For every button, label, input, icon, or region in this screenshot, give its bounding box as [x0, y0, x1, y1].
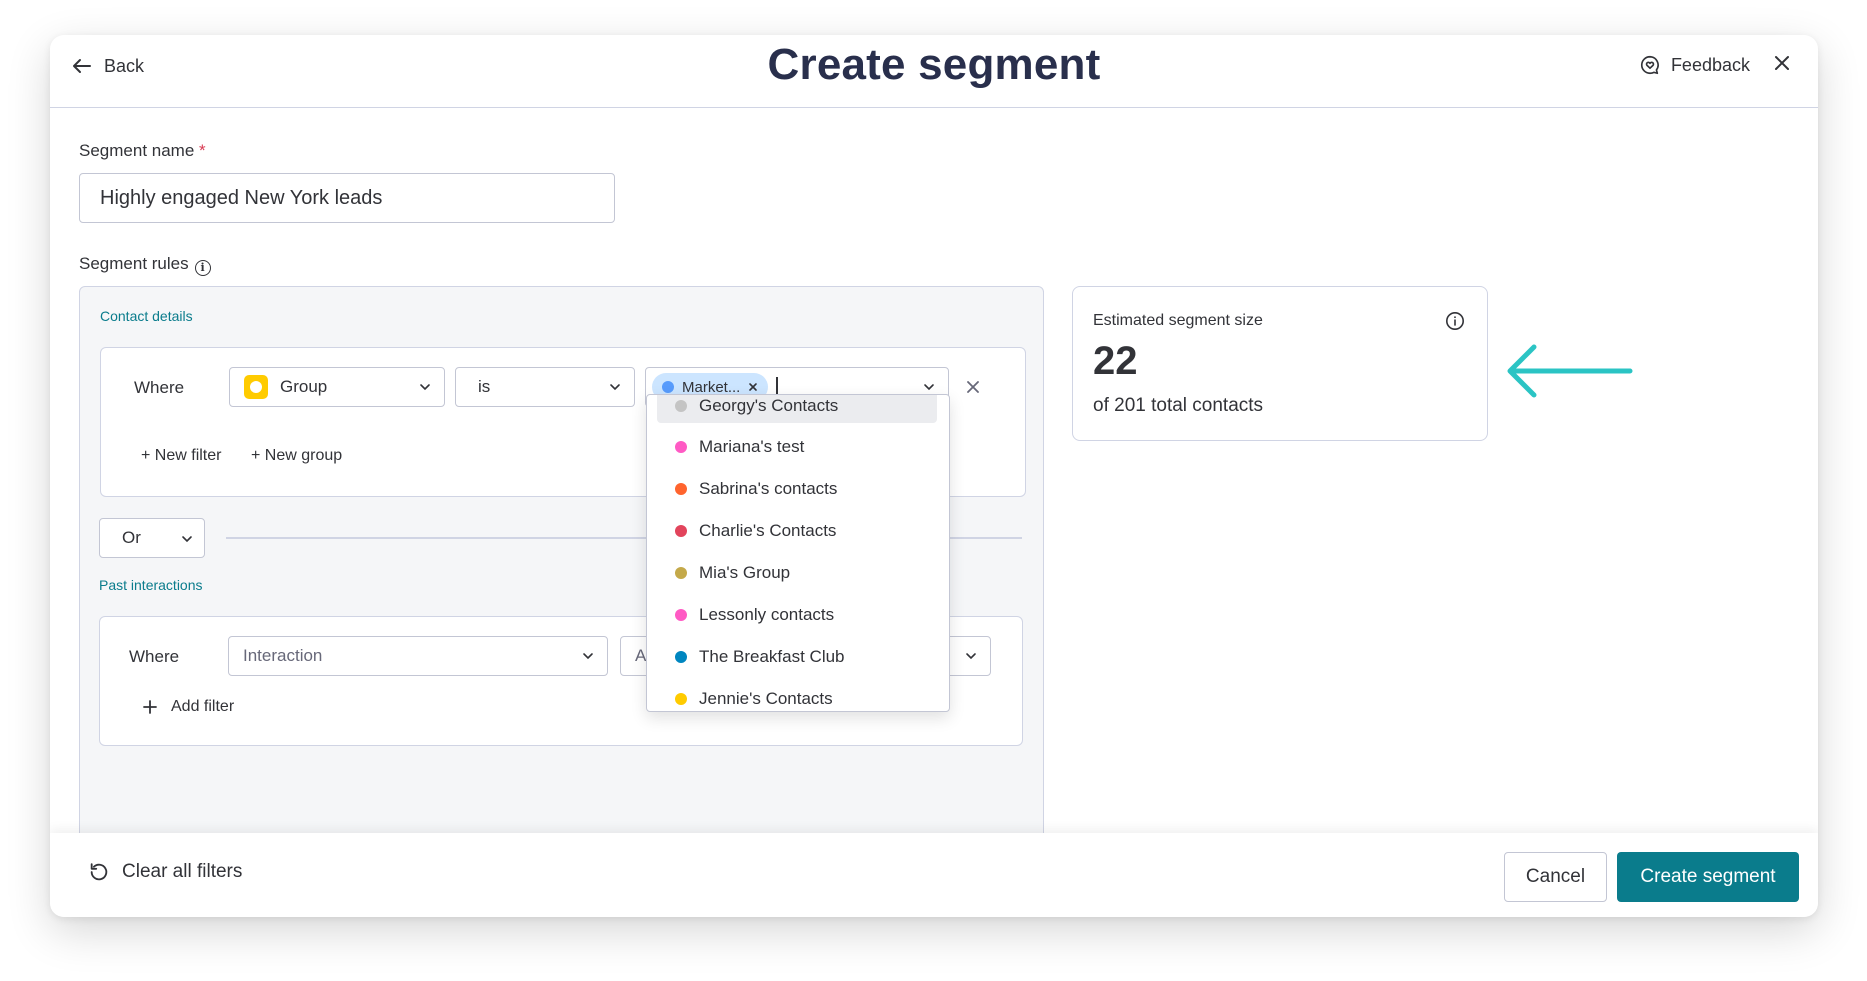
dropdown-option[interactable]: Lessonly contacts [657, 598, 937, 632]
tag-remove-icon[interactable] [748, 382, 758, 392]
add-filter-button[interactable]: Add filter [143, 698, 234, 716]
chevron-down-icon [182, 536, 192, 543]
where-label: Where [134, 378, 185, 397]
feedback-button[interactable]: Feedback [1639, 54, 1750, 76]
group-icon [244, 375, 268, 399]
remove-filter-icon[interactable] [964, 378, 982, 396]
chevron-down-icon [966, 653, 976, 660]
info-icon[interactable] [1445, 311, 1465, 331]
option-color-dot [675, 441, 687, 453]
modal-footer: Clear all filters Cancel Create segment [50, 833, 1818, 917]
clear-all-filters-button[interactable]: Clear all filters [88, 861, 242, 883]
dropdown-option[interactable]: Mariana's test [657, 430, 937, 464]
option-color-dot [675, 609, 687, 621]
chevron-down-icon [420, 384, 430, 391]
estimated-size-label: Estimated segment size [1093, 312, 1263, 329]
create-segment-modal: Back Create segment Feedback Segment nam… [50, 35, 1818, 917]
dropdown-option[interactable]: Charlie's Contacts [657, 514, 937, 548]
dropdown-option[interactable]: Georgy's Contacts [657, 395, 937, 423]
conjunction-select[interactable]: Or [99, 518, 205, 558]
plus-icon [143, 700, 157, 714]
option-color-dot [675, 651, 687, 663]
chevron-down-icon [924, 384, 934, 391]
option-color-dot [675, 525, 687, 537]
chat-heart-icon [1640, 55, 1659, 75]
info-icon[interactable]: i [194, 260, 211, 276]
required-marker: * [199, 141, 206, 160]
where-label: Where [129, 647, 180, 666]
tag-color-dot [662, 381, 674, 393]
option-color-dot [675, 400, 687, 412]
close-icon[interactable] [1770, 51, 1794, 75]
segment-name-input[interactable]: Highly engaged New York leads [79, 173, 615, 223]
arrow-left-icon [1507, 344, 1633, 398]
interaction-select[interactable]: Interaction [228, 636, 608, 676]
page-title: Create segment [767, 40, 1101, 89]
option-color-dot [675, 693, 687, 705]
chevron-down-icon [610, 384, 620, 391]
new-group-button[interactable]: + New group [251, 447, 342, 465]
modal-header: Back Create segment Feedback [50, 35, 1818, 108]
contact-details-title: Contact details [100, 308, 193, 324]
field-select[interactable]: Group [229, 367, 445, 407]
estimated-size-card: Estimated segment size 22 of 201 total c… [1072, 286, 1488, 441]
create-segment-button[interactable]: Create segment [1617, 852, 1799, 902]
option-color-dot [675, 567, 687, 579]
new-filter-button[interactable]: + New filter [141, 447, 221, 465]
group-options-dropdown: Georgy's Contacts Mariana's test Sabrina… [646, 394, 950, 712]
dropdown-option[interactable]: Mia's Group [657, 556, 937, 590]
segment-name-label: Segment name * [79, 141, 206, 160]
dropdown-option[interactable]: The Breakfast Club [657, 640, 937, 674]
operator-select[interactable]: is [455, 367, 635, 407]
chevron-down-icon [583, 653, 593, 660]
refresh-icon [90, 863, 108, 881]
past-interactions-title: Past interactions [99, 577, 203, 593]
dropdown-option[interactable]: Sabrina's contacts [657, 472, 937, 506]
segment-rules-label: Segment rules i [79, 254, 211, 276]
estimated-size-value: 22 [1093, 339, 1138, 383]
total-contacts-text: of 201 total contacts [1093, 395, 1264, 416]
dropdown-option[interactable]: Jennie's Contacts [657, 682, 937, 711]
option-color-dot [675, 483, 687, 495]
cancel-button[interactable]: Cancel [1504, 852, 1607, 902]
feedback-label: Feedback [1670, 54, 1750, 75]
